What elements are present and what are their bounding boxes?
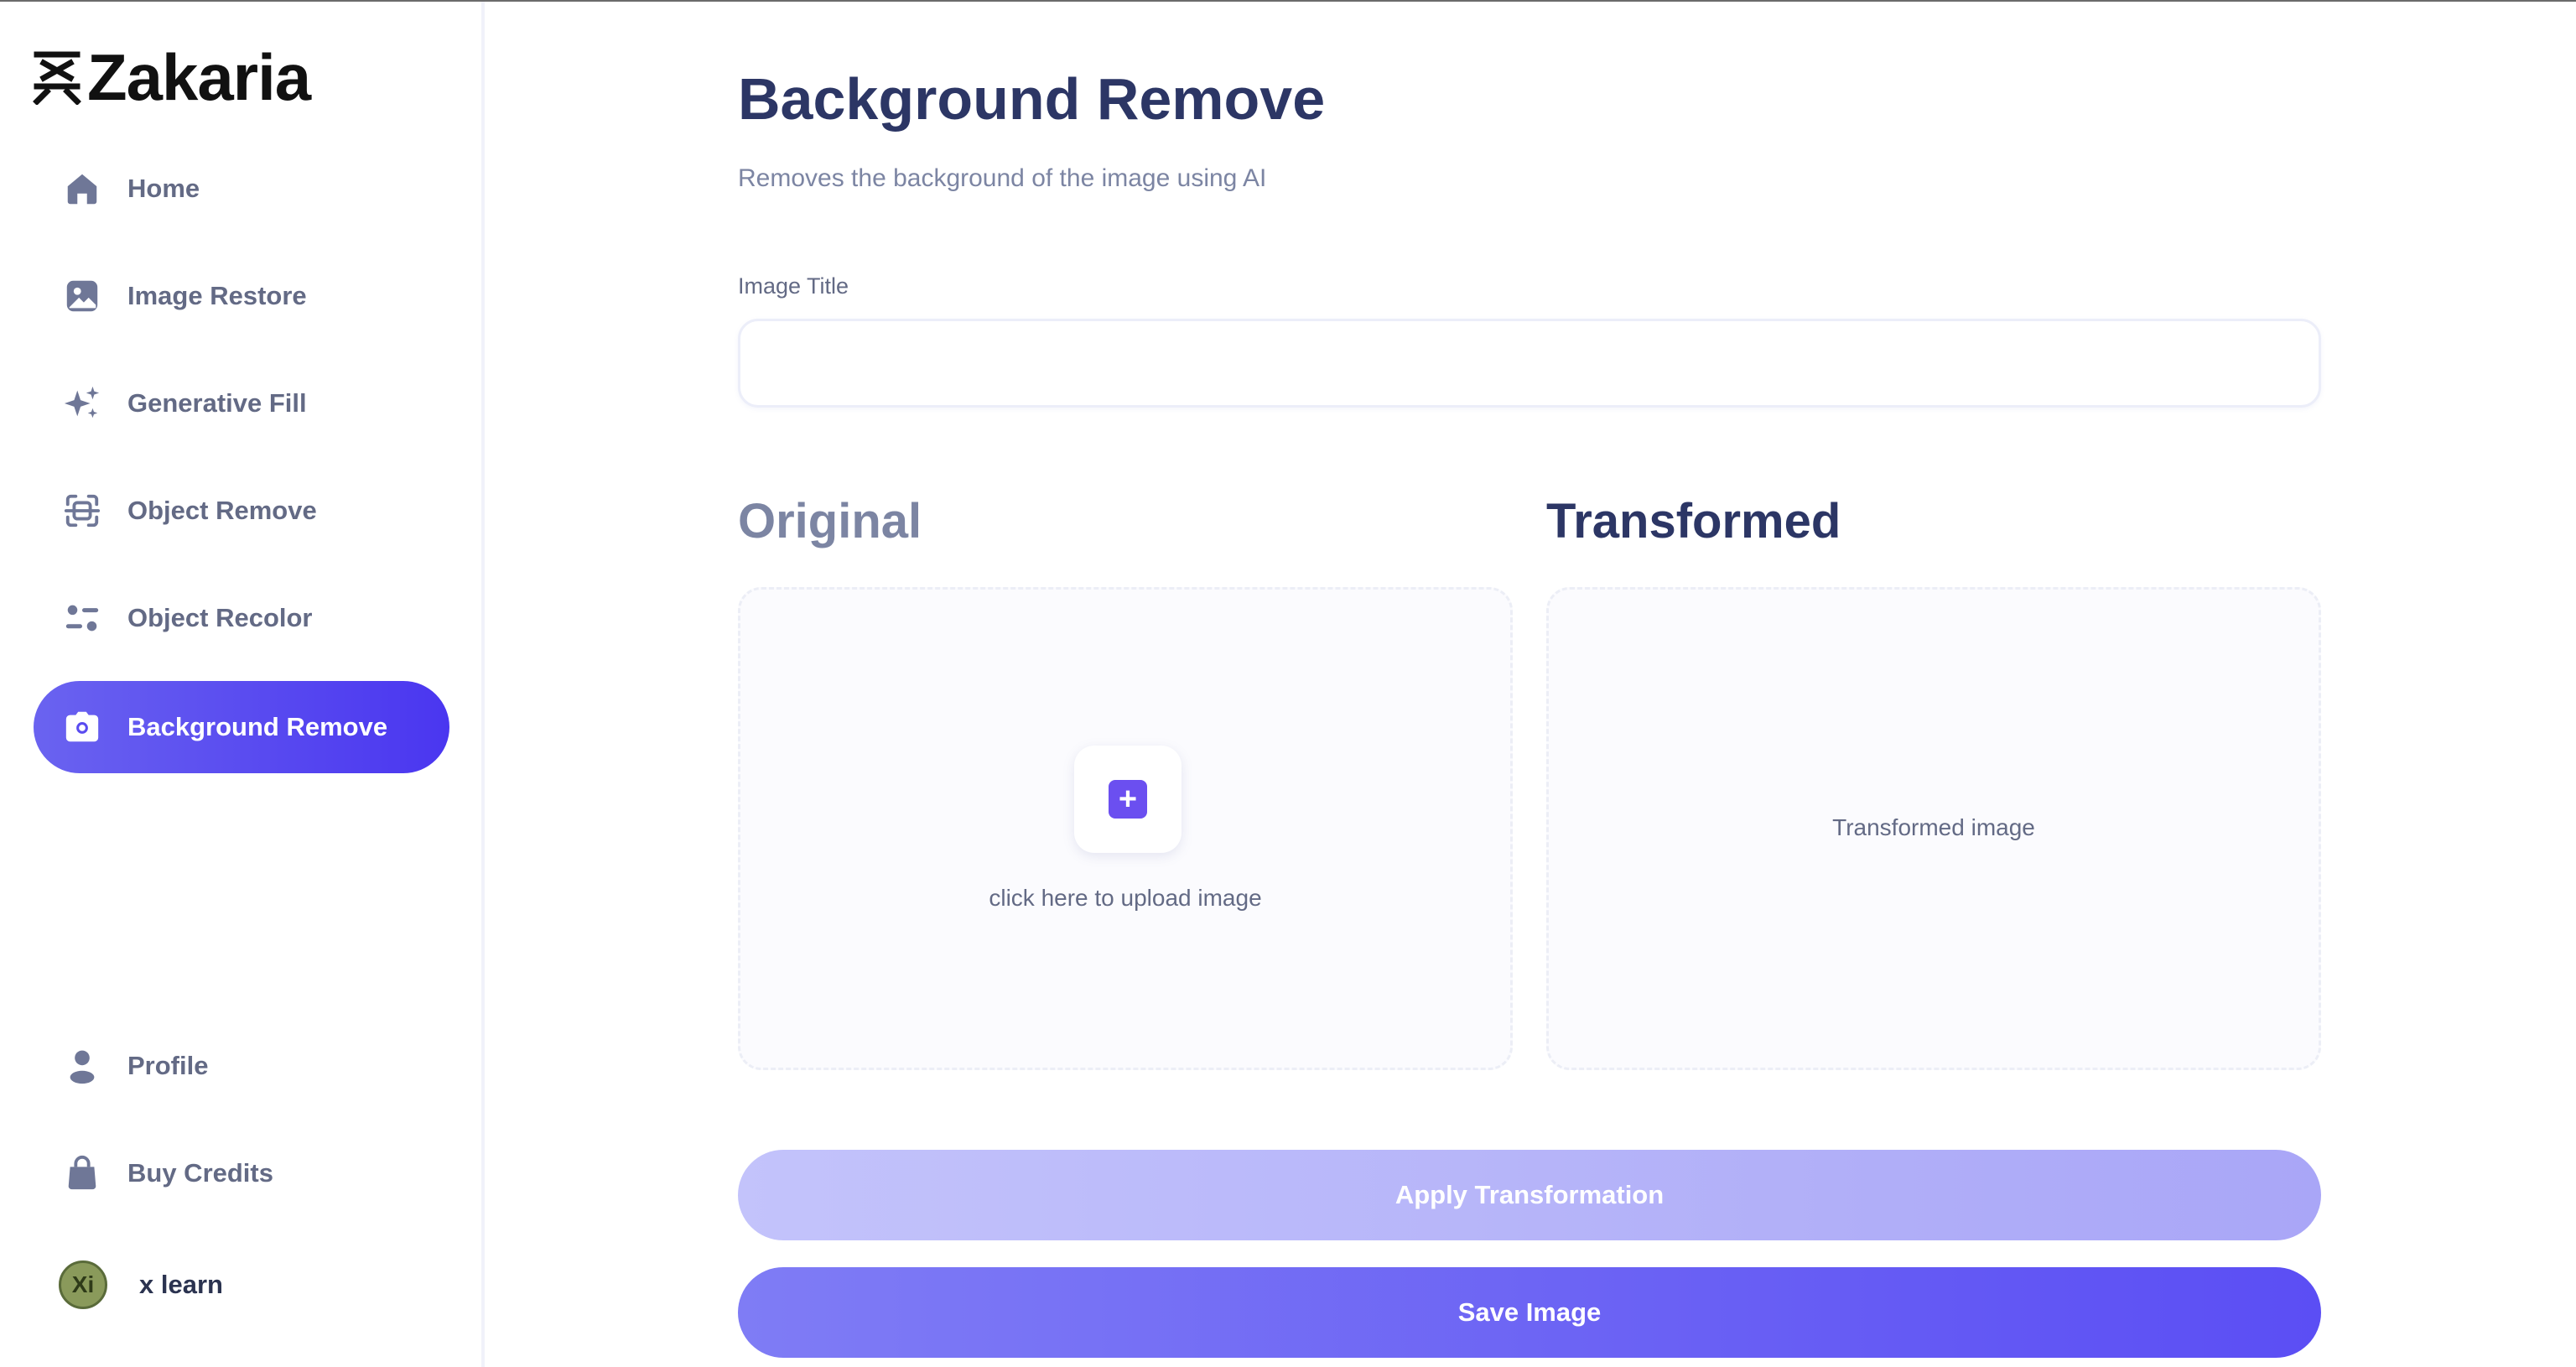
avatar: Xi [59,1260,107,1309]
sidebar-item-label: Generative Fill [127,388,307,418]
camera-icon [62,707,102,747]
brand-logo[interactable]: Zakaria [32,40,311,114]
sparkles-icon [62,383,102,424]
upload-dropzone[interactable]: + click here to upload image [738,587,1513,1070]
page-title: Background Remove [738,66,1326,132]
transformed-heading: Transformed [1546,494,1841,548]
home-icon [62,169,102,209]
image-title-input[interactable] [738,319,2321,408]
sidebar-item-label: Buy Credits [127,1158,273,1188]
original-heading: Original [738,494,922,548]
user-icon [62,1046,102,1086]
sidebar-item-label: Profile [127,1051,209,1080]
sidebar-item-generative-fill[interactable]: Generative Fill [34,357,449,450]
sidebar-item-buy-credits[interactable]: Buy Credits [34,1127,449,1219]
sidebar-item-image-restore[interactable]: Image Restore [34,250,449,342]
user-profile-button[interactable]: Xi x learn [59,1260,223,1310]
sidebar-item-object-remove[interactable]: Object Remove [34,465,449,557]
transformed-placeholder: Transformed image [1832,814,2035,840]
brand-name: Zakaria [87,40,311,114]
bag-icon [62,1153,102,1193]
sidebar-item-label: Object Recolor [127,603,313,632]
image-title-label: Image Title [738,273,849,299]
sidebar-item-label: Object Remove [127,496,317,525]
user-name: x learn [139,1270,223,1299]
sidebar-item-object-recolor[interactable]: Object Recolor [34,572,449,664]
plus-icon: + [1109,780,1147,819]
upload-button[interactable]: + [1074,746,1182,853]
sidebar-item-profile[interactable]: Profile [34,1020,449,1112]
sidebar: Zakaria Home Image Restore Generative Fi… [0,2,485,1367]
upload-hint: click here to upload image [989,885,1262,911]
page-subtitle: Removes the background of the image usin… [738,164,1267,192]
main-content: Background Remove Removes the background… [738,0,2321,1367]
sidebar-item-label: Background Remove [127,712,388,741]
logo-mark-icon [33,51,81,105]
filter-icon [62,598,102,638]
sidebar-item-label: Home [127,174,200,203]
sidebar-item-background-remove[interactable]: Background Remove [34,681,449,773]
apply-transformation-button[interactable]: Apply Transformation [738,1150,2321,1240]
scan-icon [62,491,102,531]
image-icon [62,276,102,316]
sidebar-item-home[interactable]: Home [34,143,449,235]
transformed-preview: Transformed image [1546,587,2321,1070]
save-image-button[interactable]: Save Image [738,1267,2321,1358]
sidebar-item-label: Image Restore [127,281,307,310]
